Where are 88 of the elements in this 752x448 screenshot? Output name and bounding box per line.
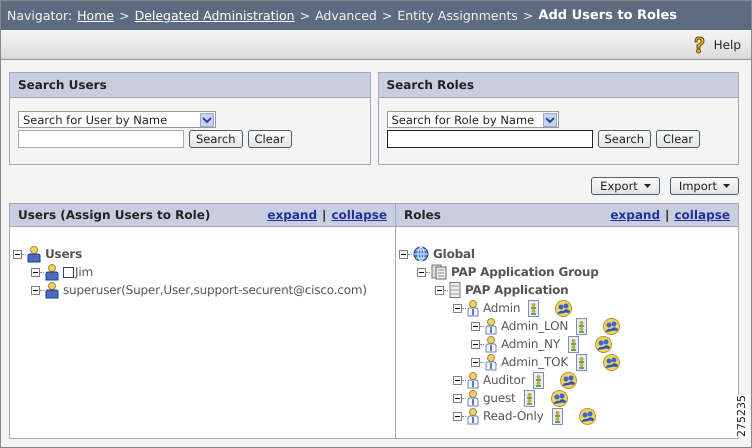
caret-icon <box>723 184 730 188</box>
breadcrumb-separator: > <box>300 8 310 23</box>
search-input-field[interactable] <box>386 130 592 148</box>
collapse-icon[interactable] <box>453 376 462 384</box>
user-list-icon[interactable] <box>568 336 579 352</box>
panel-title: Search Roles <box>378 73 738 98</box>
user-group-icon[interactable] <box>578 408 596 424</box>
tree-node-label[interactable]: Auditor <box>483 373 526 387</box>
search-form-button[interactable]: Clear <box>248 130 292 148</box>
question-mark-icon <box>692 36 706 54</box>
user-group-icon[interactable] <box>560 372 578 388</box>
collapse-icon[interactable] <box>399 250 408 258</box>
tree-node-label[interactable]: Admin_NY <box>501 337 560 351</box>
collapse-icon[interactable] <box>435 286 444 294</box>
collapse-icon[interactable] <box>453 304 462 312</box>
collapse-icon[interactable] <box>31 286 40 294</box>
user-list-icon[interactable] <box>524 390 535 406</box>
collapse-icon[interactable] <box>31 268 40 276</box>
search-input-field[interactable] <box>18 130 184 148</box>
tree-node-label[interactable]: Global <box>433 247 475 261</box>
breadcrumb-text: Advanced <box>315 8 377 23</box>
tree-link[interactable]: collapse <box>331 208 387 222</box>
panel-title: Users (Assign Users to Role) <box>18 208 210 222</box>
tree-link[interactable]: expand <box>267 208 318 222</box>
user-group-icon[interactable] <box>594 336 612 352</box>
collapse-icon[interactable] <box>471 322 480 330</box>
breadcrumb-link[interactable]: Delegated Administration <box>134 8 295 23</box>
tree-node-label[interactable]: Admin <box>483 301 520 315</box>
tree-link[interactable]: collapse <box>674 208 730 222</box>
search-form-button[interactable]: Clear <box>656 130 700 148</box>
breadcrumb-separator: > <box>119 8 130 23</box>
caret-icon <box>644 184 651 188</box>
person-icon <box>485 318 497 334</box>
user-list-icon[interactable] <box>576 318 588 334</box>
collapse-icon[interactable] <box>471 340 480 348</box>
link-separator: | <box>665 208 670 222</box>
collapse-icon[interactable] <box>13 250 22 258</box>
breadcrumb-separator: > <box>382 8 392 23</box>
person-icon <box>27 246 41 262</box>
tree-node-label[interactable]: PAP Application <box>465 283 568 297</box>
person-icon <box>467 300 479 316</box>
user-list-icon[interactable] <box>576 354 588 370</box>
page-title: Add Users to Roles <box>538 8 677 23</box>
user-list-icon[interactable] <box>528 300 540 316</box>
checkbox[interactable] <box>63 266 74 278</box>
tree-link[interactable]: expand <box>610 208 660 222</box>
person-icon <box>45 264 59 280</box>
search-type-dropdown[interactable]: Search for Role by Name <box>386 111 558 128</box>
breadcrumb-link[interactable]: Home <box>77 8 114 23</box>
search-type-dropdown[interactable]: Search for User by Name <box>18 111 216 128</box>
tree-node-label[interactable]: Admin_TOK <box>501 355 568 369</box>
user-list-icon[interactable] <box>533 372 544 388</box>
menu-button[interactable]: Export <box>591 177 660 195</box>
server-icon <box>449 282 461 298</box>
tree-node-label[interactable]: superuser(Super,User,support-securent@cisco.com) <box>63 283 367 297</box>
breadcrumb-text: Entity Assignments <box>397 8 518 23</box>
search-form-button[interactable]: Search <box>189 130 243 148</box>
person-icon <box>45 282 59 298</box>
person-icon <box>485 336 497 352</box>
figure-number: 275235 <box>736 395 749 437</box>
tree-node-label[interactable]: Jim <box>75 265 93 279</box>
menu-button[interactable]: Import <box>670 177 739 195</box>
search-form-button[interactable]: Search <box>598 130 652 148</box>
collapse-icon[interactable] <box>453 412 462 420</box>
user-list-icon[interactable] <box>552 408 563 424</box>
help-link[interactable]: Help <box>692 36 741 54</box>
tree-node-label[interactable]: Admin_LON <box>501 319 568 333</box>
tree-node-label[interactable]: guest <box>483 391 516 405</box>
person-icon <box>467 372 479 388</box>
person-icon <box>485 354 497 370</box>
user-group-icon[interactable] <box>555 300 572 316</box>
person-icon <box>467 390 479 406</box>
user-group-icon[interactable] <box>603 318 620 334</box>
person-icon <box>467 408 479 424</box>
panel-title: Roles <box>404 208 441 222</box>
user-group-icon[interactable] <box>550 390 568 406</box>
user-group-icon[interactable] <box>603 354 620 370</box>
breadcrumb-separator: > <box>522 8 534 23</box>
tree-node-label[interactable]: Read-Only <box>483 409 544 423</box>
globe-icon <box>413 246 429 262</box>
panel-title: Search Users <box>10 73 370 98</box>
navigator-label: Navigator: <box>7 8 72 23</box>
collapse-icon[interactable] <box>417 268 426 276</box>
collapse-icon[interactable] <box>471 358 480 366</box>
tree-node-label[interactable]: Users <box>45 247 82 261</box>
tree-node-label[interactable]: PAP Application Group <box>451 265 599 279</box>
link-separator: | <box>322 208 326 222</box>
collapse-icon[interactable] <box>453 394 462 402</box>
